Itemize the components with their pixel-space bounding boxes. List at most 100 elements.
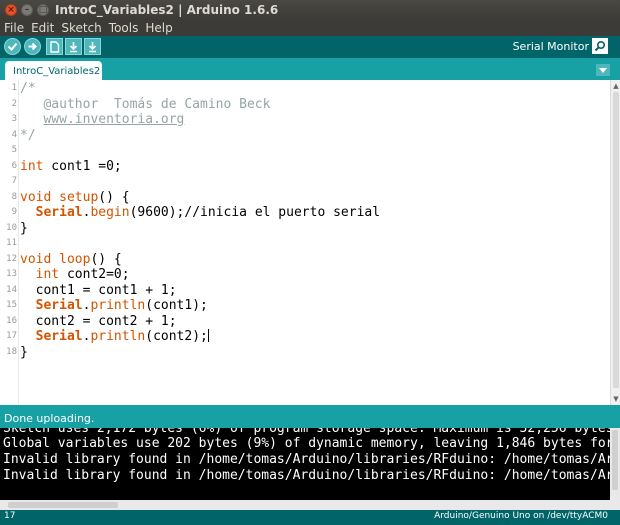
code-text: cont2 = cont2 + 1; — [20, 313, 177, 329]
menu-tools[interactable]: Tools — [109, 21, 139, 35]
line-number: 14 — [6, 284, 17, 295]
line-number: 5 — [11, 145, 17, 155]
menu-edit[interactable]: Edit — [31, 21, 54, 35]
upload-button[interactable] — [24, 38, 41, 55]
console-line: Global variables use 202 bytes (9%) of d… — [3, 436, 614, 451]
title-bar: × – □ IntroC_Variables2 | Arduino 1.6.6 — [0, 0, 620, 19]
board-port-info: Arduino/Genuino Uno on /dev/ttyACM0 — [434, 511, 608, 521]
console-line: Sketch uses 2,172 bytes (6%) of program … — [3, 428, 620, 436]
code-line: 5 — [0, 143, 610, 159]
code-line: 4 */ — [0, 128, 610, 144]
code-text: (9600); — [129, 205, 185, 220]
class-name: Serial — [35, 298, 83, 313]
code-text: */ — [20, 127, 36, 143]
window-title: IntroC_Variables2 | Arduino 1.6.6 — [55, 2, 279, 17]
scroll-down-icon[interactable]: ▼ — [612, 395, 620, 403]
scrollbar-thumb[interactable] — [8, 502, 118, 508]
scroll-up-icon[interactable]: ▲ — [612, 82, 620, 90]
verify-button[interactable] — [4, 38, 21, 55]
console-horizontal-scrollbar[interactable] — [0, 500, 620, 510]
serial-monitor-button[interactable] — [592, 38, 608, 54]
chevron-down-icon — [599, 67, 607, 73]
line-number: 15 — [6, 300, 17, 310]
line-number: 9 — [11, 207, 17, 217]
line-number: 8 — [11, 191, 17, 202]
maximize-window-button[interactable]: □ — [37, 3, 49, 16]
menu-sketch[interactable]: Sketch — [61, 21, 101, 35]
menu-bar: File Edit Sketch Tools Help — [0, 19, 620, 36]
scrollbar-thumb[interactable] — [612, 430, 618, 490]
line-number: 16 — [6, 315, 17, 326]
code-line: 7 — [0, 174, 610, 190]
menu-file[interactable]: File — [4, 21, 24, 35]
line-number: 3 — [11, 114, 17, 124]
menu-help[interactable]: Help — [145, 21, 172, 35]
verify-icon — [7, 42, 18, 51]
status-bar: Done uploading. — [0, 408, 620, 428]
current-line-number: 17 — [4, 511, 16, 521]
code-text: () { — [90, 251, 122, 267]
line-number: 13 — [6, 269, 17, 279]
open-sketch-button[interactable] — [65, 38, 82, 55]
code-line: 15 Serial.println(cont1); — [0, 298, 610, 314]
console-line: Invalid library found in /home/tomas/Ard… — [3, 452, 620, 467]
serial-monitor-label: Serial Monitor — [512, 40, 589, 53]
scrollbar-thumb[interactable] — [613, 92, 619, 388]
toolbar: Serial Monitor — [0, 36, 620, 58]
code-line: 2 @author Tomás de Camino Beck — [0, 97, 610, 113]
code-text: cont1 = cont1 + 1; — [20, 282, 177, 298]
code-line: 18} — [0, 345, 610, 361]
save-icon — [88, 41, 97, 52]
editor-vertical-scrollbar[interactable]: ▲ ▼ — [610, 80, 620, 405]
keyword: void — [20, 251, 52, 267]
code-text: cont2=0; — [59, 267, 130, 282]
code-area[interactable]: 1/* 2 @author Tomás de Camino Beck 3 www… — [0, 81, 610, 360]
code-line: 6 int cont1 =0; — [0, 159, 610, 175]
code-text: @author Tomás de Camino Beck — [20, 96, 271, 112]
status-message: Done uploading. — [4, 412, 95, 425]
console-line: Invalid library found in /home/tomas/Ard… — [3, 468, 620, 483]
close-icon: × — [7, 4, 15, 15]
function-name: setup — [59, 189, 99, 205]
tab-introc-variables2[interactable]: IntroC_Variables2 — [5, 61, 102, 80]
function-name: loop — [59, 251, 91, 267]
line-number: 11 — [6, 238, 17, 248]
tab-menu-button[interactable] — [596, 64, 610, 76]
function-name: begin — [90, 205, 130, 220]
line-number: 18 — [6, 346, 17, 357]
code-text: cont1 =0; — [43, 158, 122, 174]
minimize-window-button[interactable]: – — [21, 3, 33, 16]
code-line: 16 cont2 = cont2 + 1; — [0, 314, 610, 330]
keyword: int — [35, 267, 60, 282]
console-vertical-scrollbar[interactable] — [610, 428, 620, 500]
function-name: println — [90, 298, 146, 313]
console-output[interactable]: Sketch uses 2,172 bytes (6%) of program … — [0, 428, 620, 500]
class-name: Serial — [35, 329, 83, 344]
line-number: 2 — [11, 98, 17, 109]
code-line: 3 www.inventoria.org — [0, 112, 610, 128]
line-number: 12 — [6, 253, 17, 264]
code-line: 1/* — [0, 81, 610, 97]
close-window-button[interactable]: × — [5, 3, 17, 16]
code-line: 13 int cont2=0; — [0, 267, 610, 283]
code-text: } — [20, 220, 28, 236]
new-icon — [50, 40, 60, 53]
save-sketch-button[interactable] — [84, 38, 101, 55]
function-name: println — [90, 329, 146, 344]
keyword: int — [20, 158, 44, 174]
code-line: 17 Serial.println(cont2); — [0, 329, 610, 345]
code-line: 11 — [0, 236, 610, 252]
new-sketch-button[interactable] — [46, 38, 63, 55]
code-line: 10} — [0, 221, 610, 237]
maximize-icon: □ — [38, 4, 48, 15]
code-editor[interactable]: 1/* 2 @author Tomás de Camino Beck 3 www… — [0, 80, 620, 405]
code-line: 14 cont1 = cont1 + 1; — [0, 283, 610, 299]
footer-bar: 17 Arduino/Genuino Uno on /dev/ttyACM0 — [0, 510, 620, 525]
line-number: 1 — [11, 83, 17, 93]
line-number: 10 — [6, 222, 17, 233]
author-website-link[interactable]: www.inventoria.org — [43, 112, 184, 127]
